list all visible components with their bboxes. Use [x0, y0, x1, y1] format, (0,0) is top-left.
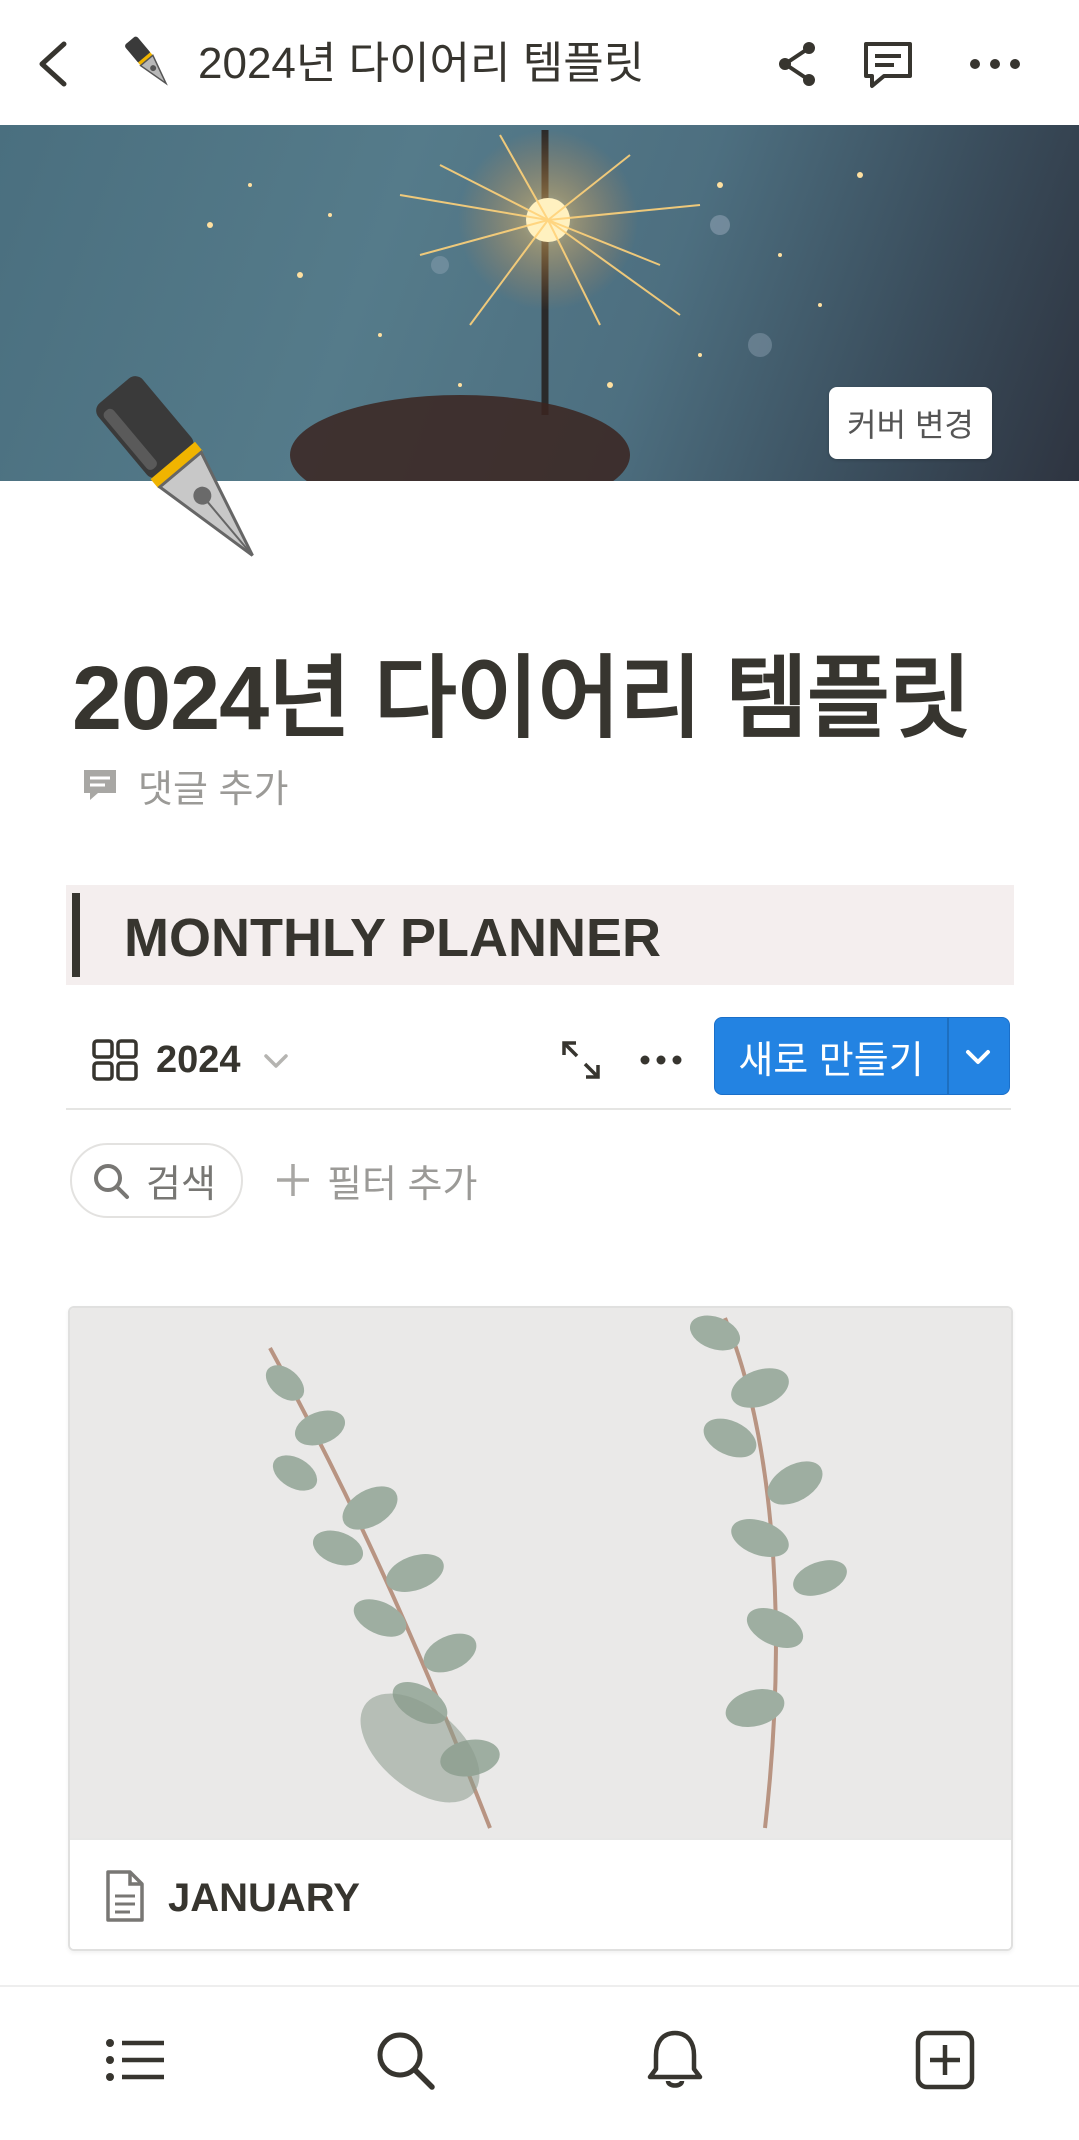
new-entry-label[interactable]: 새로 만들기 — [715, 1018, 947, 1094]
plus-icon — [277, 1164, 309, 1196]
change-cover-button[interactable]: 커버 변경 — [829, 387, 992, 459]
new-page-icon[interactable] — [910, 2025, 980, 2095]
search-icon — [94, 1163, 129, 1199]
new-entry-button[interactable]: 새로 만들기 — [714, 1017, 1010, 1095]
eucalyptus-image — [265, 1315, 847, 1829]
gallery-view-icon[interactable] — [90, 1035, 140, 1085]
add-filter-label: 필터 추가 — [327, 1163, 478, 1206]
fountain-pen-icon[interactable] — [80, 370, 290, 580]
callout-block[interactable]: MONTHLY PLANNER — [66, 885, 1014, 985]
database-view-bar: 2024 새로 만들기 — [66, 1015, 1011, 1110]
card-title: JANUARY — [168, 1876, 360, 1920]
gallery-card[interactable]: JANUARY — [68, 1306, 1013, 1951]
chevron-down-icon[interactable] — [258, 1043, 294, 1079]
callout-text: MONTHLY PLANNER — [124, 908, 662, 968]
add-comment-label: 댓글 추가 — [138, 768, 289, 811]
card-cover-image — [70, 1308, 1011, 1838]
back-icon[interactable] — [30, 34, 80, 94]
top-bar: 2024년 다이어리 템플릿 — [0, 0, 1079, 125]
comment-icon[interactable] — [858, 34, 918, 94]
add-filter-button[interactable]: 필터 추가 — [273, 1150, 477, 1210]
add-comment-button[interactable]: 댓글 추가 — [80, 760, 289, 811]
search-button[interactable]: 검색 — [70, 1143, 243, 1218]
expand-icon[interactable] — [556, 1035, 606, 1085]
bell-icon[interactable] — [640, 2025, 710, 2095]
list-icon[interactable] — [100, 2025, 170, 2095]
view-name[interactable]: 2024 — [156, 1032, 241, 1088]
share-icon[interactable] — [767, 34, 827, 94]
more-icon[interactable] — [965, 34, 1025, 94]
page-title[interactable]: 2024년 다이어리 템플릿 — [72, 625, 972, 755]
comment-icon — [84, 770, 116, 800]
card-footer: JANUARY — [70, 1838, 1011, 1949]
chevron-down-icon[interactable] — [953, 1032, 1003, 1082]
view-more-icon[interactable] — [631, 1035, 691, 1085]
document-icon — [106, 1870, 144, 1922]
search-label: 검색 — [146, 1164, 216, 1206]
bottom-navigation — [0, 1985, 1079, 2140]
button-divider — [947, 1018, 949, 1094]
callout-accent-bar — [72, 893, 80, 977]
fountain-pen-icon — [125, 36, 168, 86]
top-bar-title: 2024년 다이어리 템플릿 — [198, 39, 645, 88]
search-icon[interactable] — [370, 2025, 440, 2095]
